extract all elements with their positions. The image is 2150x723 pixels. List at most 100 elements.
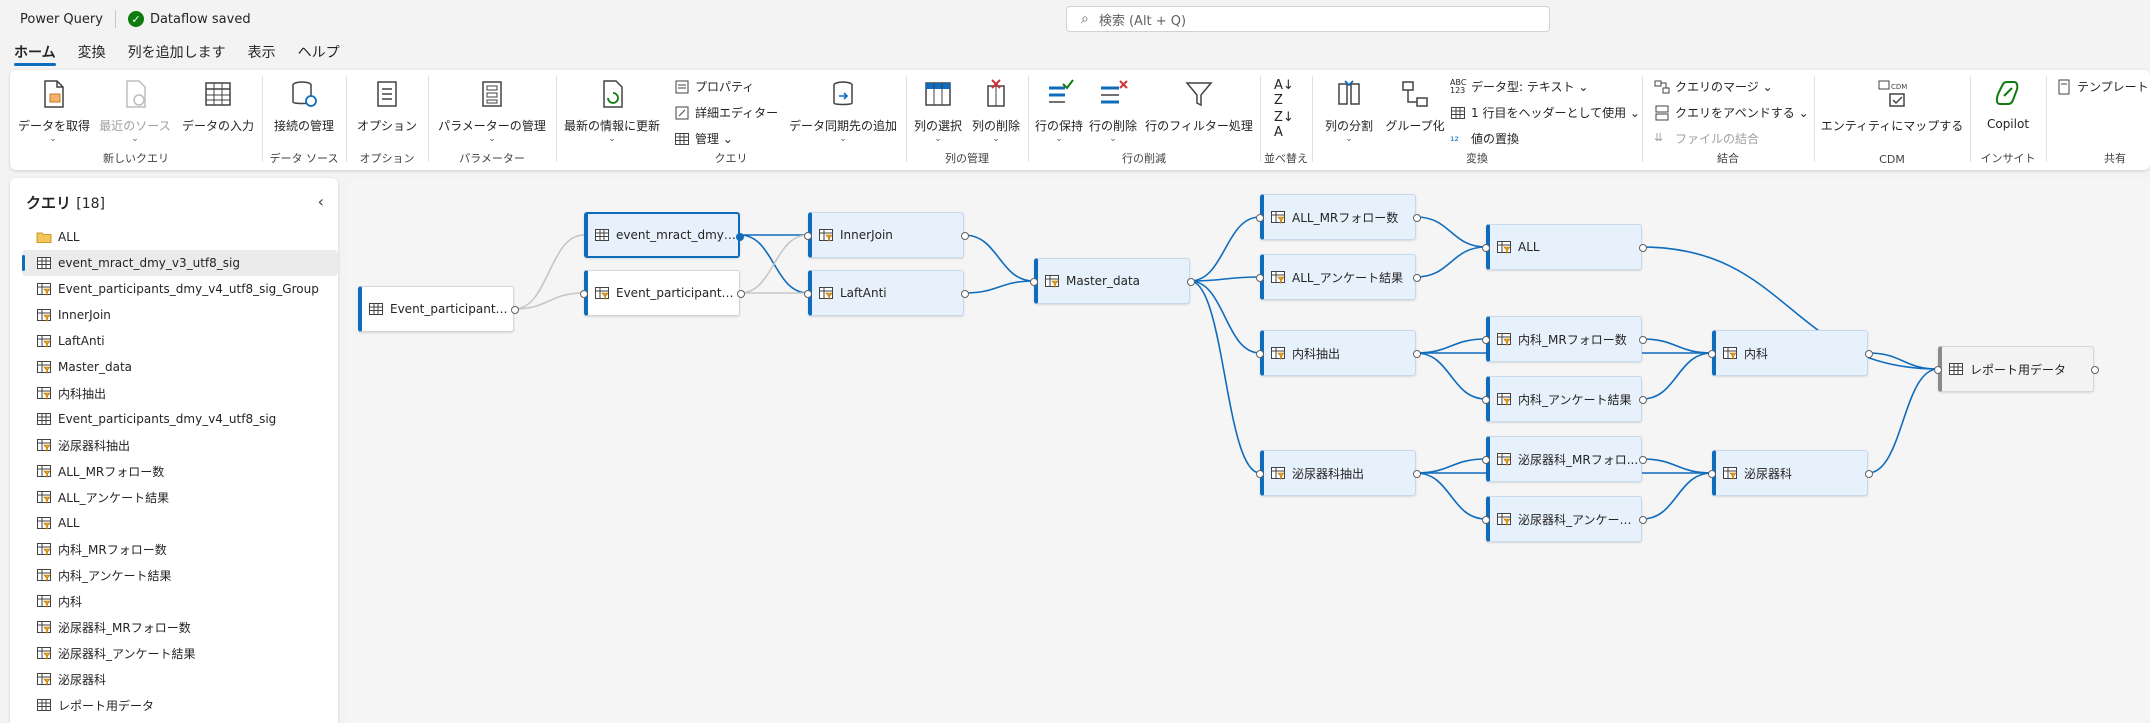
query-list-item[interactable]: ALL_MRフォロー数 (22, 458, 338, 484)
filter-rows-button[interactable]: 行のフィルター処理 (1140, 78, 1258, 134)
output-port[interactable] (1413, 214, 1421, 222)
query-list-item[interactable]: 泌尿器科_アンケート結果 (22, 640, 338, 666)
input-port[interactable] (1708, 350, 1716, 358)
tab-help[interactable]: ヘルプ (298, 42, 340, 66)
output-port[interactable] (2091, 366, 2099, 374)
node-hinyo-extract[interactable]: 泌尿器科抽出 (1256, 450, 1421, 496)
output-port[interactable] (1639, 516, 1647, 524)
node-master-data[interactable]: Master_data (1030, 258, 1195, 304)
replace-values-button[interactable]: ₁₂ 値の置換 (1450, 130, 1519, 147)
node-event-mract[interactable]: event_mract_dmy_v3_... (584, 212, 744, 258)
group-by-button[interactable]: グループ化 (1382, 78, 1448, 134)
data-type-button[interactable]: ABC 123 データ型: テキスト ⌄ (1450, 78, 1588, 95)
node-report-data[interactable]: レポート用データ (1934, 346, 2099, 392)
manage-parameters-button[interactable]: パラメーターの管理 ⌄ (436, 78, 548, 144)
append-queries-button[interactable]: クエリをアペンドする ⌄ (1654, 104, 1809, 121)
node-naika[interactable]: 内科 (1708, 330, 1873, 376)
add-sync-destination-button[interactable]: データ同期先の追加 ⌄ (784, 78, 902, 144)
query-list-item[interactable]: 内科 (22, 588, 338, 614)
node-all[interactable]: ALL (1482, 224, 1647, 270)
node-naika-extract[interactable]: 内科抽出 (1256, 330, 1421, 376)
node-innerjoin[interactable]: InnerJoin (804, 212, 969, 258)
node-hinyo-survey[interactable]: 泌尿器科_アンケート... (1482, 496, 1647, 542)
sort-descending-button[interactable]: Z↓ A (1274, 110, 1294, 140)
remove-rows-button[interactable]: 行の削除 ⌄ (1086, 78, 1140, 144)
output-port[interactable] (1639, 244, 1647, 252)
output-port[interactable] (1865, 470, 1873, 478)
query-list-item[interactable]: 泌尿器科 (22, 666, 338, 692)
input-port[interactable] (804, 290, 812, 298)
query-list-item[interactable]: Event_participants_dmy_v4_utf8_sig_Group (22, 276, 338, 302)
output-port[interactable] (961, 232, 969, 240)
node-naika-mr-follow[interactable]: 内科_MRフォロー数 (1482, 316, 1647, 362)
tab-transform[interactable]: 変換 (78, 42, 106, 66)
query-list-item[interactable]: LaftAnti (22, 328, 338, 354)
manage-connections-button[interactable]: 接続の管理 (266, 78, 342, 134)
recent-sources-button[interactable]: 最近のソース ⌄ (96, 78, 174, 144)
tab-home[interactable]: ホーム (14, 42, 56, 66)
output-port[interactable] (511, 306, 519, 314)
input-port[interactable] (1256, 214, 1264, 222)
output-port[interactable] (1413, 470, 1421, 478)
output-port[interactable] (1413, 350, 1421, 358)
query-list-item[interactable]: Master_data (22, 354, 338, 380)
node-hinyo-mr-follow[interactable]: 泌尿器科_MRフォロ... (1482, 436, 1647, 482)
output-port[interactable] (1639, 396, 1647, 404)
query-list-item[interactable]: レポート用データ (22, 692, 338, 718)
query-list-item[interactable]: ALL_アンケート結果 (22, 484, 338, 510)
query-list-item[interactable]: event_mract_dmy_v3_utf8_sig (22, 250, 338, 276)
node-hinyo[interactable]: 泌尿器科 (1708, 450, 1873, 496)
output-port[interactable] (1639, 456, 1647, 464)
input-port[interactable] (1708, 470, 1716, 478)
input-port[interactable] (1030, 278, 1038, 286)
node-all-survey[interactable]: ALL_アンケート結果 (1256, 254, 1421, 300)
map-to-entity-button[interactable]: CDM エンティティにマップする (1818, 78, 1966, 134)
keep-rows-button[interactable]: 行の保持 ⌄ (1032, 78, 1086, 144)
query-list-item[interactable]: ALL (22, 224, 338, 250)
tab-view[interactable]: 表示 (248, 42, 276, 66)
diagram-canvas[interactable]: Event_participants_d... event_mract_dmy_… (346, 178, 2150, 723)
output-port[interactable] (737, 290, 745, 298)
template-button[interactable]: テンプレート (2056, 78, 2149, 95)
input-port[interactable] (804, 232, 812, 240)
output-port[interactable] (1639, 336, 1647, 344)
options-button[interactable]: オプション (352, 78, 422, 134)
query-list-item[interactable]: ALL (22, 510, 338, 536)
query-list-item[interactable]: InnerJoin (22, 302, 338, 328)
input-port[interactable] (1482, 456, 1490, 464)
input-port[interactable] (1482, 244, 1490, 252)
output-port[interactable] (1865, 350, 1873, 358)
input-port[interactable] (1256, 470, 1264, 478)
collapse-pane-icon[interactable]: ‹ (318, 192, 324, 211)
input-port[interactable] (1934, 366, 1942, 374)
query-list-item[interactable]: 内科_アンケート結果 (22, 562, 338, 588)
input-port[interactable] (1256, 274, 1264, 282)
node-event-participants-source[interactable]: Event_participants_d... (358, 286, 519, 332)
split-column-button[interactable]: 列の分割 ⌄ (1316, 78, 1382, 144)
sort-ascending-button[interactable]: A↓ Z (1274, 78, 1294, 108)
node-all-mr-follow[interactable]: ALL_MRフォロー数 (1256, 194, 1421, 240)
query-list-item[interactable]: 泌尿器科_MRフォロー数 (22, 614, 338, 640)
query-list-item[interactable]: 泌尿器科抽出 (22, 432, 338, 458)
advanced-editor-button[interactable]: 詳細エディター (674, 104, 778, 121)
query-list-item[interactable]: Event_participants_dmy_v4_utf8_sig (22, 406, 338, 432)
output-port[interactable] (961, 290, 969, 298)
tab-add-column[interactable]: 列を追加します (128, 42, 226, 66)
node-naika-survey[interactable]: 内科_アンケート結果 (1482, 376, 1647, 422)
input-port[interactable] (1482, 396, 1490, 404)
merge-queries-button[interactable]: クエリのマージ ⌄ (1654, 78, 1773, 95)
copilot-button[interactable]: Copilot (1974, 78, 2042, 131)
combine-files-button[interactable]: ⇊ ファイルの結合 (1654, 130, 1759, 147)
query-list-item[interactable]: 内科_MRフォロー数 (22, 536, 338, 562)
properties-button[interactable]: プロパティ (674, 78, 754, 95)
output-port[interactable] (736, 233, 744, 241)
node-event-participants-group[interactable]: Event_participants_d... (580, 270, 745, 316)
node-laftanti[interactable]: LaftAnti (804, 270, 969, 316)
enter-data-button[interactable]: データの入力 (178, 78, 258, 134)
use-first-row-header-button[interactable]: 1 行目をヘッダーとして使用 ⌄ (1450, 104, 1640, 121)
remove-columns-button[interactable]: 列の削除 ⌄ (966, 78, 1026, 144)
input-port[interactable] (1482, 516, 1490, 524)
refresh-button[interactable]: 最新の情報に更新 ⌄ (560, 78, 664, 144)
get-data-button[interactable]: データを取得 ⌄ (18, 78, 90, 144)
search-input[interactable]: ⌕ 検索 (Alt + Q) (1066, 6, 1550, 32)
